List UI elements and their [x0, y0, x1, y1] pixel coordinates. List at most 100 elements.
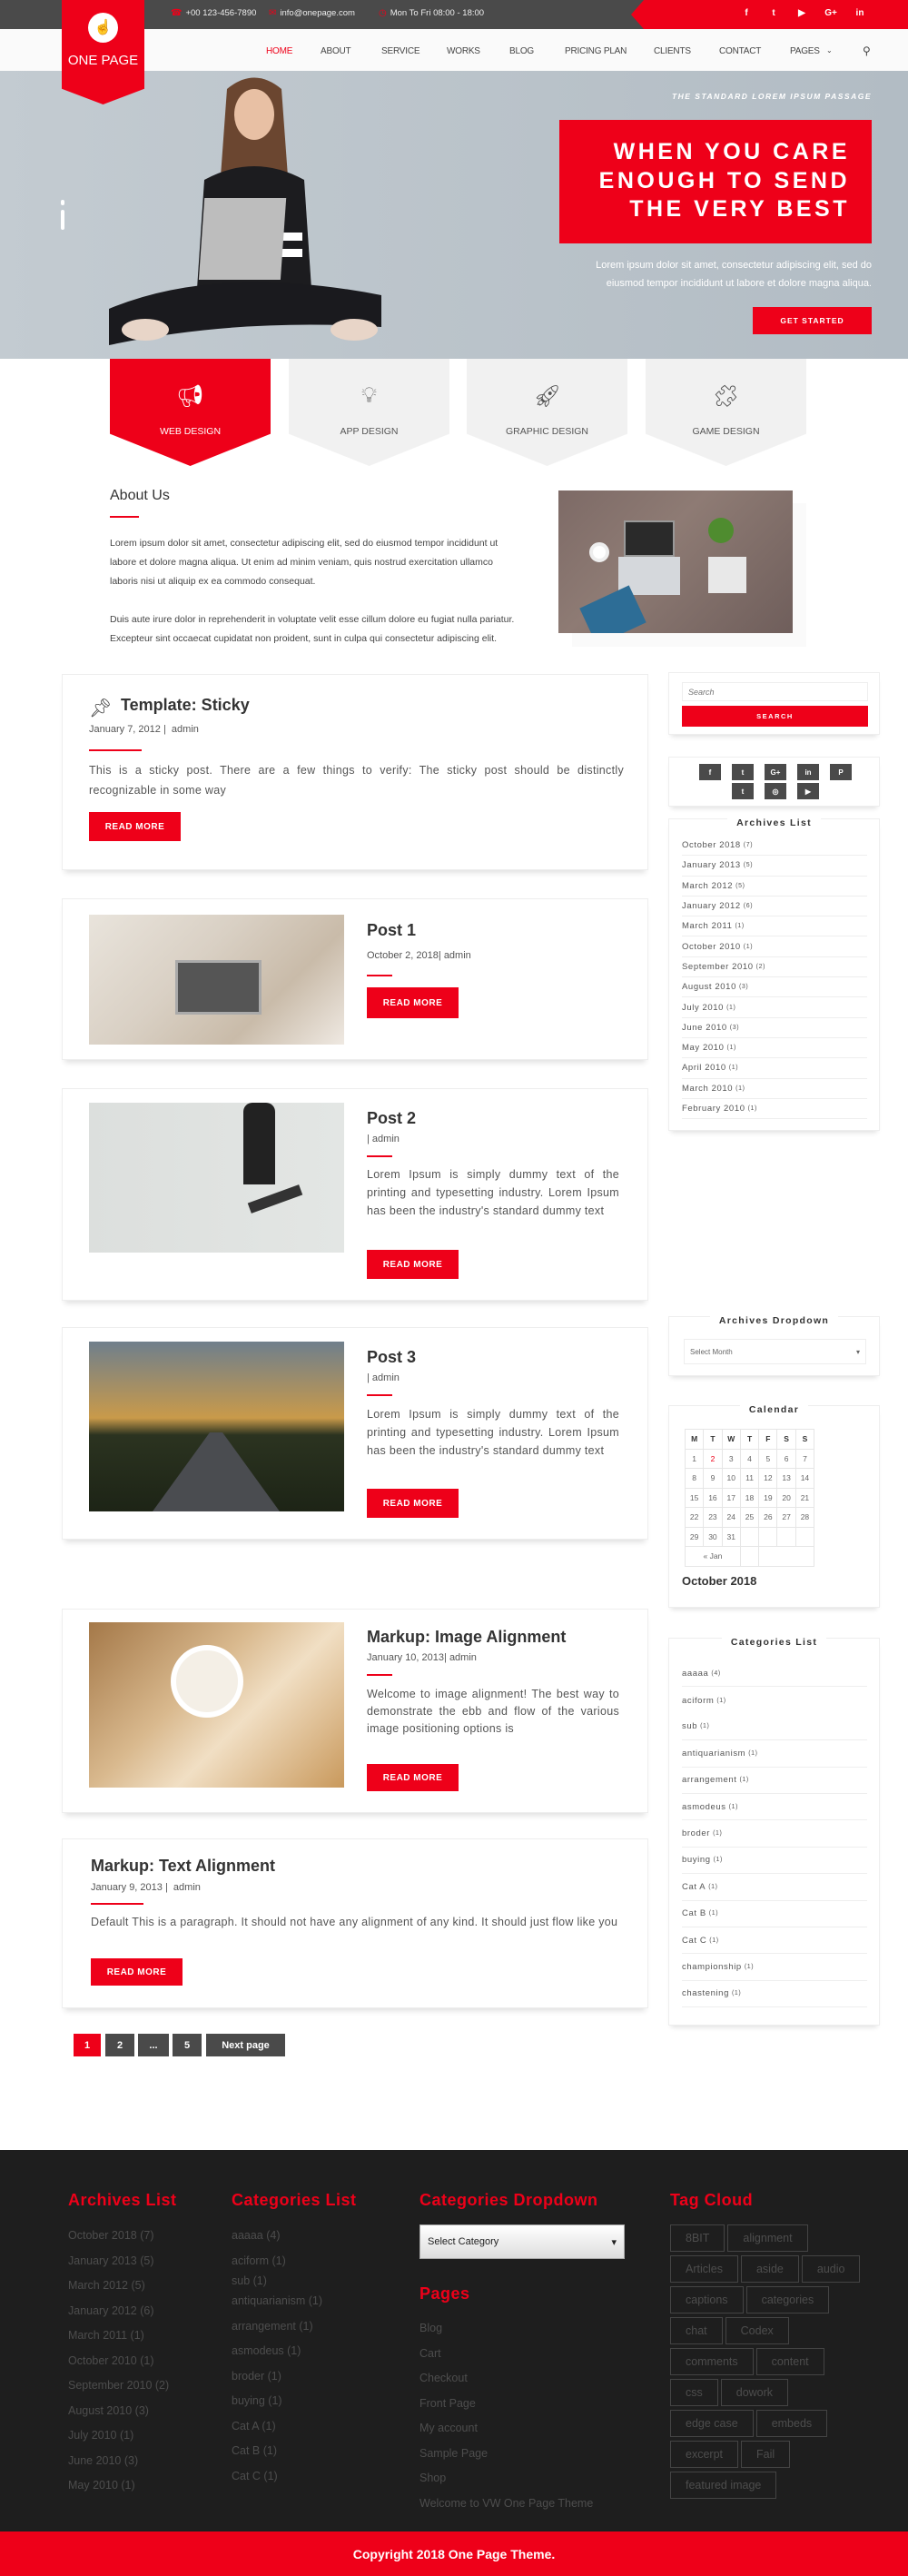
tag-link[interactable]: chat: [670, 2317, 723, 2344]
tag-link[interactable]: excerpt: [670, 2441, 738, 2468]
footer-link[interactable]: Sample Page: [419, 2447, 593, 2472]
footer-link[interactable]: January 2012 (6): [68, 2304, 169, 2330]
list-item-label[interactable]: arrangement: [682, 1775, 736, 1785]
post-image[interactable]: [89, 915, 344, 1045]
list-item[interactable]: championship (1): [682, 1954, 867, 1981]
list-item-label[interactable]: August 2010: [682, 982, 736, 992]
nav-item-home[interactable]: HOME: [266, 46, 292, 56]
list-item[interactable]: sub (1): [682, 1714, 867, 1741]
list-item[interactable]: April 2010 (1): [682, 1058, 867, 1079]
instagram-icon[interactable]: ◎: [765, 783, 786, 799]
youtube-icon[interactable]: ▶: [795, 8, 808, 18]
footer-link[interactable]: January 2013 (5): [68, 2254, 169, 2280]
post-date[interactable]: January 9, 2013: [91, 1882, 163, 1893]
footer-link[interactable]: sub (1): [232, 2274, 322, 2294]
email-info[interactable]: ✉ info@onepage.com: [269, 8, 355, 18]
linkedin-icon[interactable]: in: [854, 8, 866, 18]
nav-item-contact[interactable]: CONTACT: [719, 46, 761, 56]
list-item[interactable]: August 2010 (3): [682, 977, 867, 998]
list-item[interactable]: aciform (1): [682, 1687, 867, 1713]
footer-link[interactable]: broder (1): [232, 2370, 322, 2395]
nav-item-about[interactable]: ABOUT: [321, 46, 351, 56]
list-item[interactable]: January 2012 (6): [682, 897, 867, 917]
post-image[interactable]: [89, 1622, 344, 1788]
list-item[interactable]: buying (1): [682, 1848, 867, 1875]
list-item[interactable]: Cat A (1): [682, 1874, 867, 1901]
tag-link[interactable]: 8BIT: [670, 2224, 725, 2252]
footer-link[interactable]: May 2010 (1): [68, 2479, 169, 2504]
list-item-label[interactable]: March 2012: [682, 881, 733, 891]
list-item-label[interactable]: March 2010: [682, 1084, 733, 1094]
read-more-button[interactable]: READ MORE: [367, 1764, 459, 1791]
list-item-label[interactable]: July 2010: [682, 1003, 724, 1013]
footer-link[interactable]: August 2010 (3): [68, 2404, 169, 2430]
footer-link[interactable]: October 2018 (7): [68, 2229, 169, 2254]
twitter-icon[interactable]: t: [767, 8, 780, 18]
calendar-prev-link[interactable]: « Jan: [685, 1546, 741, 1567]
nav-item-blog[interactable]: BLOG: [509, 46, 534, 56]
list-item-label[interactable]: March 2011: [682, 921, 732, 931]
list-item[interactable]: October 2010 (1): [682, 936, 867, 957]
list-item[interactable]: March 2011 (1): [682, 916, 867, 937]
service-game-design[interactable]: 🧩︎ GAME DESIGN: [646, 359, 806, 466]
post-author[interactable]: admin: [173, 1882, 201, 1893]
read-more-button[interactable]: READ MORE: [367, 1250, 459, 1279]
slider-dot[interactable]: [61, 200, 64, 205]
linkedin-icon[interactable]: in: [797, 764, 819, 780]
list-item[interactable]: March 2012 (5): [682, 877, 867, 897]
post-author[interactable]: admin: [444, 950, 471, 961]
list-item[interactable]: broder (1): [682, 1820, 867, 1848]
list-item[interactable]: October 2018 (7): [682, 836, 867, 857]
post-title[interactable]: Post 3: [367, 1348, 416, 1367]
list-item[interactable]: February 2010 (1): [682, 1099, 867, 1120]
list-item[interactable]: June 2010 (3): [682, 1018, 867, 1038]
list-item-label[interactable]: antiquarianism: [682, 1749, 745, 1759]
footer-link[interactable]: arrangement (1): [232, 2320, 322, 2345]
list-item-label[interactable]: aciform: [682, 1696, 714, 1706]
tumblr-icon[interactable]: t: [732, 783, 754, 799]
post-author[interactable]: admin: [449, 1652, 477, 1663]
footer-link[interactable]: antiquarianism (1): [232, 2294, 322, 2320]
post-title[interactable]: Markup: Image Alignment: [367, 1628, 566, 1647]
list-item[interactable]: Cat B (1): [682, 1901, 867, 1927]
list-item-label[interactable]: Cat B: [682, 1908, 706, 1918]
tag-link[interactable]: content: [755, 2348, 824, 2375]
tag-link[interactable]: comments: [670, 2348, 754, 2375]
archives-select[interactable]: Select Month ▾: [684, 1339, 866, 1364]
post-image[interactable]: [89, 1342, 344, 1511]
search-icon[interactable]: ⚲: [863, 45, 871, 57]
nav-item-clients[interactable]: CLIENTS: [654, 46, 691, 56]
get-started-button[interactable]: GET STARTED: [753, 307, 872, 334]
list-item-label[interactable]: asmodeus: [682, 1802, 726, 1812]
list-item[interactable]: chastening (1): [682, 1981, 867, 2008]
footer-link[interactable]: My account: [419, 2422, 593, 2447]
list-item-label[interactable]: Cat C: [682, 1936, 706, 1946]
list-item-label[interactable]: April 2010: [682, 1063, 726, 1073]
footer-link[interactable]: March 2012 (5): [68, 2279, 169, 2304]
tag-link[interactable]: Articles: [670, 2255, 738, 2283]
list-item[interactable]: March 2010 (1): [682, 1079, 867, 1099]
footer-link[interactable]: asmodeus (1): [232, 2344, 322, 2370]
nav-item-works[interactable]: WORKS: [447, 46, 480, 56]
tag-link[interactable]: edge case: [670, 2410, 754, 2437]
footer-link[interactable]: Cart: [419, 2347, 593, 2373]
post-author[interactable]: admin: [172, 724, 199, 735]
post-title[interactable]: Markup: Text Alignment: [91, 1857, 275, 1876]
footer-link[interactable]: buying (1): [232, 2394, 322, 2420]
read-more-button[interactable]: READ MORE: [367, 987, 459, 1018]
footer-link[interactable]: Front Page: [419, 2397, 593, 2422]
nav-item-pages[interactable]: PAGES: [790, 46, 820, 56]
list-item-label[interactable]: aaaaa: [682, 1669, 708, 1679]
tag-link[interactable]: Fail: [741, 2441, 791, 2468]
list-item[interactable]: Cat C (1): [682, 1927, 867, 1955]
list-item-label[interactable]: chastening: [682, 1988, 729, 1998]
list-item[interactable]: antiquarianism (1): [682, 1740, 867, 1768]
tag-link[interactable]: aside: [740, 2255, 799, 2283]
footer-link[interactable]: Cat A (1): [232, 2420, 322, 2445]
post-title[interactable]: Template: Sticky: [121, 696, 250, 715]
list-item-label[interactable]: championship: [682, 1962, 742, 1972]
footer-link[interactable]: October 2010 (1): [68, 2354, 169, 2380]
category-select[interactable]: Select Category ▾: [419, 2224, 625, 2259]
tag-link[interactable]: featured image: [670, 2472, 777, 2499]
list-item[interactable]: asmodeus (1): [682, 1794, 867, 1821]
